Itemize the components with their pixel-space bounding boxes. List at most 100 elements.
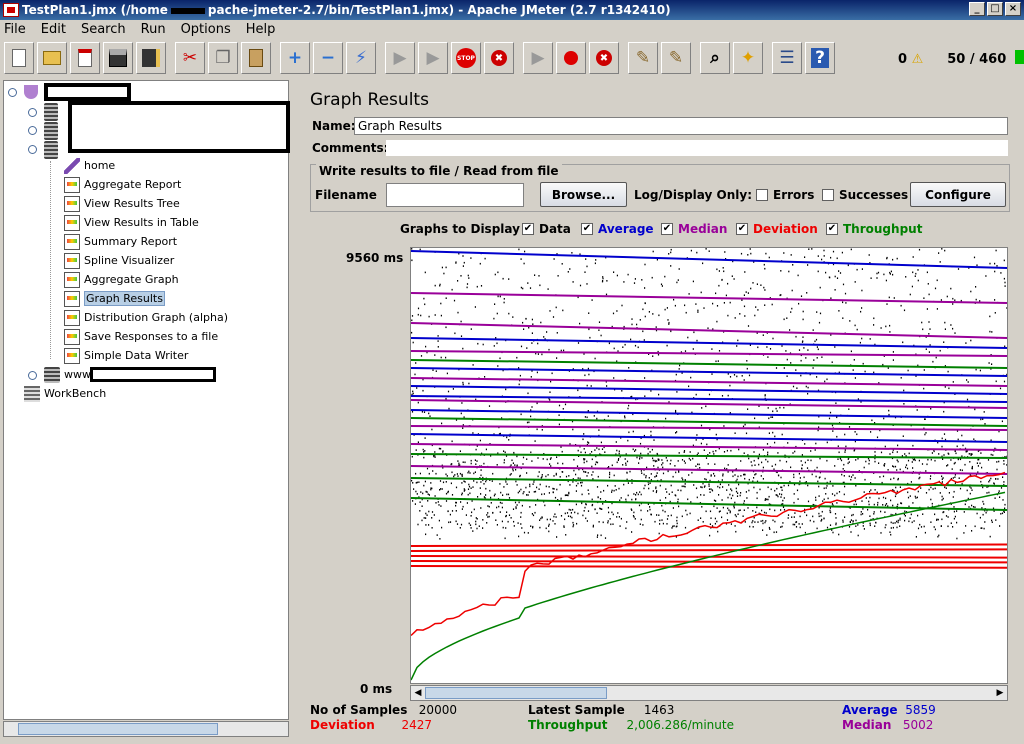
paste-button[interactable] <box>241 42 271 74</box>
data-checkbox[interactable]: ✔ Data <box>522 222 571 236</box>
tree-item-save-responses[interactable]: Save Responses to a file <box>64 327 218 346</box>
history-line <box>411 453 1007 459</box>
tree-item-simple-data-writer[interactable]: Simple Data Writer <box>64 346 188 365</box>
remote-shutdown-button[interactable]: ✖ <box>589 42 619 74</box>
tree-item-home[interactable]: home <box>64 156 115 175</box>
close-window-button[interactable]: × <box>1005 2 1021 16</box>
expand-all-button[interactable]: + <box>280 42 310 74</box>
remote-stop-button[interactable] <box>556 42 586 74</box>
clear-button[interactable]: ✎ <box>628 42 658 74</box>
shutdown-button[interactable]: ✖ <box>484 42 514 74</box>
chart-icon <box>64 195 80 212</box>
median-stat: Median 5002 <box>842 718 934 732</box>
menu-help[interactable]: Help <box>246 22 276 37</box>
copy-button[interactable]: ❐ <box>208 42 238 74</box>
expand-toggle[interactable] <box>28 371 37 380</box>
list-icon: ☰ <box>779 48 795 68</box>
scroll-right-icon[interactable]: ▶ <box>993 686 1007 700</box>
file-group-title: Write results to file / Read from file <box>316 164 562 178</box>
function-helper-button[interactable]: ☰ <box>772 42 802 74</box>
menu-run[interactable]: Run <box>141 22 166 37</box>
tree-item-distribution-graph[interactable]: Distribution Graph (alpha) <box>64 308 228 327</box>
stop-button[interactable]: STOP <box>451 42 481 74</box>
save-as-button[interactable] <box>136 42 166 74</box>
new-button[interactable] <box>4 42 34 74</box>
menu-edit[interactable]: Edit <box>41 22 66 37</box>
remote-play-icon: ▶ <box>531 48 545 68</box>
search-button[interactable]: ⌕ <box>700 42 730 74</box>
chart-icon <box>64 347 80 364</box>
test-plan-tree[interactable]: home Aggregate Report View Results Tree … <box>3 80 290 720</box>
check-icon: ✔ <box>661 223 673 235</box>
start-no-pause-button[interactable]: ▶ <box>418 42 448 74</box>
graphs-to-display-label: Graphs to Display <box>400 222 520 236</box>
collapse-all-button[interactable]: − <box>313 42 343 74</box>
thread-group-icon <box>44 141 58 159</box>
deviation-stat: Deviation 2427 <box>310 718 433 732</box>
expand-toggle[interactable] <box>28 145 37 154</box>
help-button[interactable]: ? <box>805 42 835 74</box>
templates-button[interactable] <box>37 42 67 74</box>
tree-item-thread-group-www[interactable]: www <box>44 365 91 384</box>
redacted-thread-groups <box>68 101 290 153</box>
filename-field[interactable] <box>386 183 524 207</box>
open-button[interactable] <box>70 42 100 74</box>
throughput-checkbox[interactable]: ✔ Throughput <box>826 222 922 236</box>
toggle-button[interactable]: ⚡ <box>346 42 376 74</box>
tree-item-view-results-table[interactable]: View Results in Table <box>64 213 199 232</box>
errors-checkbox[interactable]: Errors <box>756 188 814 202</box>
reset-search-button[interactable]: ✦ <box>733 42 763 74</box>
menu-file[interactable]: File <box>4 22 26 37</box>
name-field[interactable]: Graph Results <box>354 117 1008 135</box>
maximize-button[interactable]: □ <box>987 2 1003 16</box>
remote-start-button[interactable]: ▶ <box>523 42 553 74</box>
scroll-thumb[interactable] <box>425 687 607 699</box>
chart-icon <box>64 328 80 345</box>
minimize-button[interactable]: _ <box>969 2 985 16</box>
tree-horizontal-scrollbar[interactable] <box>3 721 289 737</box>
tree-connector <box>50 161 51 359</box>
deviation-checkbox[interactable]: ✔ Deviation <box>736 222 818 236</box>
menu-search[interactable]: Search <box>81 22 126 37</box>
chart-icon <box>64 233 80 250</box>
graph-results-panel: Graph Results Name: Graph Results Commen… <box>298 80 1024 744</box>
clear-all-button[interactable]: ✎ <box>661 42 691 74</box>
tree-item-workbench[interactable]: WorkBench <box>24 384 106 403</box>
save-as-icon <box>142 49 160 67</box>
tree-item-aggregate-report[interactable]: Aggregate Report <box>64 175 181 194</box>
workbench-icon <box>24 385 40 402</box>
thread-group-icon <box>44 103 58 121</box>
tree-item-spline-visualizer[interactable]: Spline Visualizer <box>64 251 174 270</box>
comments-field[interactable] <box>386 140 1008 156</box>
tree-item-summary-report[interactable]: Summary Report <box>64 232 177 251</box>
successes-checkbox[interactable]: Successes <box>822 188 908 202</box>
status-counter: 0 ⚠ 50 / 460 <box>898 52 1006 67</box>
expand-toggle[interactable] <box>28 108 37 117</box>
binoculars-icon: ⌕ <box>710 48 720 68</box>
error-count[interactable]: 0 ⚠ <box>898 52 923 67</box>
chart-icon <box>64 176 80 193</box>
toolbar: ✂ ❐ + − ⚡ ▶ ▶ STOP ✖ ▶ ✖ ✎ ✎ ⌕ ✦ ☰ ? <box>0 40 1024 76</box>
tree-item-aggregate-graph[interactable]: Aggregate Graph <box>64 270 179 289</box>
save-button[interactable] <box>103 42 133 74</box>
results-graph <box>410 247 1008 684</box>
average-checkbox[interactable]: ✔ Average <box>581 222 654 236</box>
expand-toggle[interactable] <box>8 88 17 97</box>
check-icon: ✔ <box>522 223 534 235</box>
scroll-thumb[interactable] <box>18 723 218 735</box>
start-button[interactable]: ▶ <box>385 42 415 74</box>
tree-item-graph-results[interactable]: Graph Results <box>64 289 165 308</box>
cut-button[interactable]: ✂ <box>175 42 205 74</box>
play-icon: ▶ <box>393 48 407 68</box>
menu-bar: File Edit Search Run Options Help <box>0 20 1024 38</box>
expand-toggle[interactable] <box>28 126 37 135</box>
tree-item-view-results-tree[interactable]: View Results Tree <box>64 194 180 213</box>
history-line <box>411 417 1007 427</box>
configure-button[interactable]: Configure <box>910 182 1006 207</box>
history-line <box>411 443 1007 451</box>
menu-options[interactable]: Options <box>181 22 231 37</box>
graph-horizontal-scrollbar[interactable]: ◀ ▶ <box>410 685 1008 701</box>
browse-button[interactable]: Browse... <box>540 182 627 207</box>
median-checkbox[interactable]: ✔ Median <box>661 222 727 236</box>
scroll-left-icon[interactable]: ◀ <box>411 686 425 700</box>
